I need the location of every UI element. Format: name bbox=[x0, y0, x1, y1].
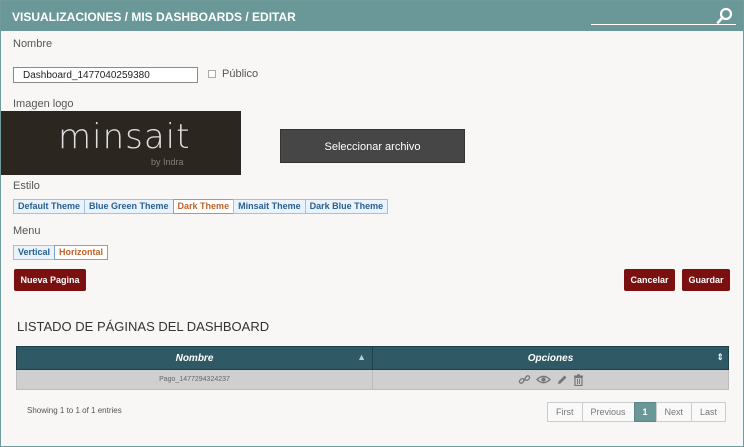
view-icon[interactable] bbox=[535, 374, 551, 385]
menu-label: Menu bbox=[13, 225, 41, 237]
page-previous[interactable]: Previous bbox=[581, 402, 635, 422]
public-checkbox[interactable] bbox=[208, 70, 216, 78]
breadcrumb-title: VISUALIZACIONES / MIS DASHBOARDS / EDITA… bbox=[12, 10, 296, 24]
theme-default[interactable]: Default Theme bbox=[13, 199, 86, 214]
pages-table: Nombre ▲ Opciones ⇕ Pago_1477294324237 bbox=[16, 346, 729, 390]
theme-dark[interactable]: Dark Theme bbox=[172, 199, 235, 214]
entries-info: Showing 1 to 1 of 1 entries bbox=[27, 406, 122, 415]
save-button[interactable]: Guardar bbox=[682, 269, 730, 291]
search-box[interactable] bbox=[591, 7, 736, 26]
page-last[interactable]: Last bbox=[691, 402, 727, 422]
sort-both-icon: ⇕ bbox=[716, 352, 724, 362]
public-label: Público bbox=[222, 68, 259, 80]
search-input[interactable] bbox=[591, 10, 709, 26]
theme-minsait[interactable]: Minsait Theme bbox=[233, 199, 306, 214]
pagination: First Previous 1 Next Last bbox=[547, 402, 727, 422]
edit-icon[interactable] bbox=[556, 374, 568, 386]
style-label: Estilo bbox=[13, 180, 40, 192]
cancel-button[interactable]: Cancelar bbox=[624, 269, 675, 291]
title-bar: VISUALIZACIONES / MIS DASHBOARDS / EDITA… bbox=[1, 1, 743, 31]
editor-window: VISUALIZACIONES / MIS DASHBOARDS / EDITA… bbox=[0, 0, 744, 447]
page-actions-cell bbox=[372, 369, 729, 390]
logo-label: Imagen logo bbox=[13, 98, 74, 110]
page-name-cell: Pago_1477294324237 bbox=[16, 369, 373, 390]
column-header-options[interactable]: Opciones ⇕ bbox=[372, 346, 729, 370]
pages-list-title: LISTADO DE PÁGINAS DEL DASHBOARD bbox=[17, 319, 270, 334]
logo-image: minsait bbox=[58, 117, 191, 157]
search-icon[interactable] bbox=[716, 7, 734, 25]
logo-preview: minsait by Indra bbox=[1, 111, 241, 175]
theme-selector: Default Theme Blue Green Theme Dark Them… bbox=[13, 199, 389, 214]
page-next[interactable]: Next bbox=[655, 402, 693, 422]
column-header-name[interactable]: Nombre ▲ bbox=[16, 346, 373, 370]
dashboard-name-field[interactable] bbox=[13, 67, 198, 83]
page-first[interactable]: First bbox=[547, 402, 583, 422]
theme-dark-blue[interactable]: Dark Blue Theme bbox=[304, 199, 389, 214]
table-row: Pago_1477294324237 bbox=[16, 369, 729, 390]
menu-horizontal[interactable]: Horizontal bbox=[54, 245, 109, 260]
name-label: Nombre bbox=[13, 38, 53, 50]
logo-subtext: by Indra bbox=[151, 157, 184, 167]
delete-icon[interactable] bbox=[573, 373, 584, 386]
link-icon[interactable] bbox=[518, 373, 531, 386]
menu-vertical[interactable]: Vertical bbox=[13, 245, 56, 260]
page-number-1[interactable]: 1 bbox=[633, 402, 657, 422]
new-page-button[interactable]: Nueva Pagina bbox=[14, 269, 86, 291]
menu-selector: Vertical Horizontal bbox=[13, 245, 109, 260]
sort-asc-icon: ▲ bbox=[357, 352, 366, 362]
select-file-button[interactable]: Seleccionar archivo bbox=[280, 129, 465, 163]
theme-blue-green[interactable]: Blue Green Theme bbox=[84, 199, 174, 214]
